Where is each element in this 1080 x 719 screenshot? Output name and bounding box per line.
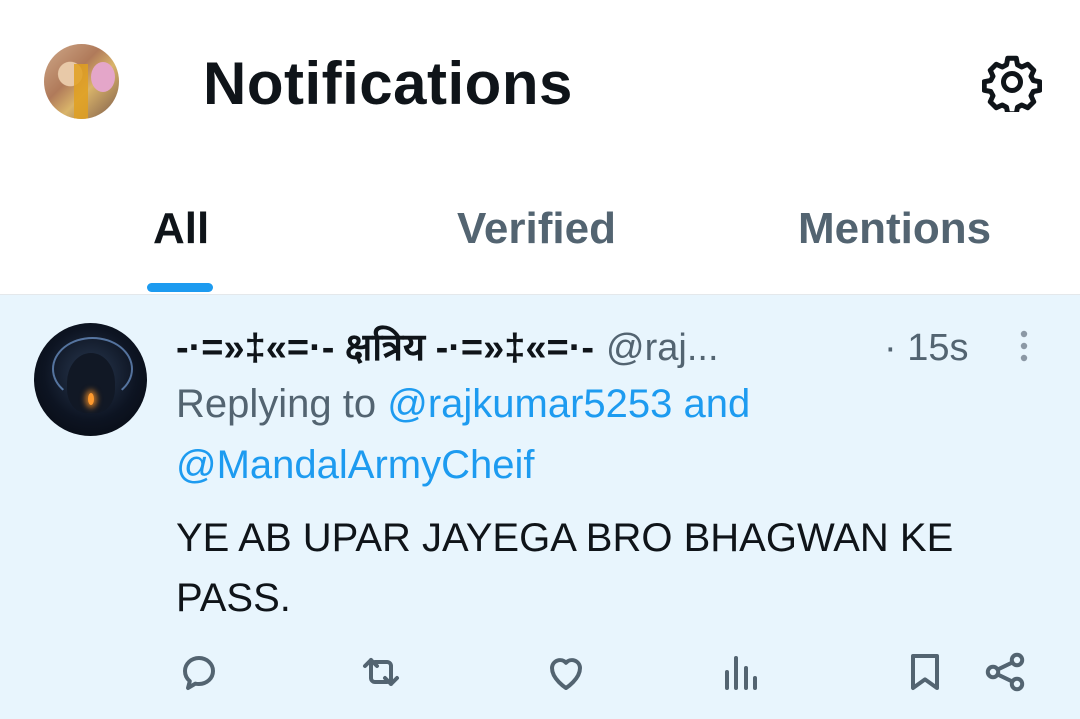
more-options-icon[interactable] — [1008, 326, 1040, 366]
tab-mentions[interactable]: Mentions — [798, 203, 991, 255]
reply-icon[interactable] — [175, 648, 223, 696]
author-display-name[interactable]: -·=»‡«=·- क्षत्रिय -·=»‡«=·- — [176, 327, 594, 369]
replying-to-line-2: @MandalArmyCheif — [176, 441, 535, 489]
bookmark-icon[interactable] — [901, 648, 949, 696]
tab-all[interactable]: All — [153, 203, 209, 255]
avatar-detail — [74, 64, 88, 119]
views-icon[interactable] — [717, 648, 765, 696]
tab-bar: All Verified Mentions — [0, 170, 1080, 295]
author-handle[interactable]: @raj... — [606, 327, 718, 369]
like-icon[interactable] — [542, 648, 590, 696]
timestamp[interactable]: · 15s — [884, 325, 968, 371]
retweet-icon[interactable] — [357, 648, 405, 696]
app-header: Notifications — [0, 0, 1080, 170]
active-tab-indicator — [147, 283, 213, 292]
mention-link[interactable]: @rajkumar5253 — [387, 382, 672, 426]
share-icon[interactable] — [981, 648, 1029, 696]
author-line: -·=»‡«=·- क्षत्रिय -·=»‡«=·- @raj... — [176, 325, 719, 371]
tab-verified[interactable]: Verified — [457, 203, 616, 255]
page-title: Notifications — [203, 50, 573, 117]
settings-gear-icon[interactable] — [981, 52, 1043, 117]
user-avatar[interactable] — [34, 323, 147, 436]
replying-to-label: Replying to — [176, 382, 388, 426]
avatar-detail — [91, 62, 115, 92]
tweet-text: YE AB UPAR JAYEGA BRO BHAGWAN KE PASS. — [176, 516, 954, 620]
replying-to-line: Replying to @rajkumar5253 and — [176, 380, 750, 428]
avatar-detail — [88, 393, 94, 405]
mention-link[interactable]: @MandalArmyCheif — [176, 443, 535, 487]
and-text[interactable]: and — [672, 382, 751, 426]
profile-avatar[interactable] — [44, 44, 119, 119]
